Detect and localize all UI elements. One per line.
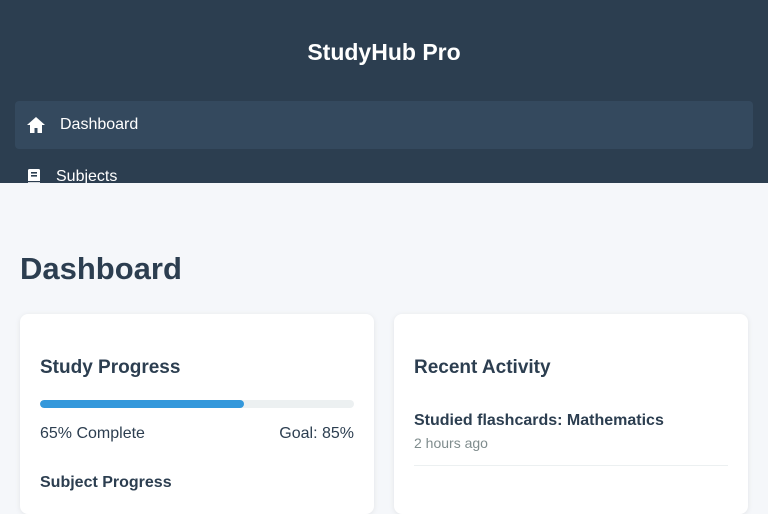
page-title: Dashboard xyxy=(20,251,182,286)
card-title: Study Progress xyxy=(40,357,181,378)
subject-progress-title: Subject Progress xyxy=(40,474,172,491)
progress-bar-fill xyxy=(40,400,245,408)
activity-title: Studied flashcards: Mathematics xyxy=(414,412,664,429)
nav-item-subjects[interactable]: Subjects xyxy=(15,153,753,183)
nav-item-label: Subjects xyxy=(56,168,118,183)
home-icon xyxy=(26,115,46,135)
progress-bar xyxy=(40,400,354,408)
activity-time: 2 hours ago xyxy=(414,435,488,451)
app-header: StudyHub Pro Dashboard Subjects xyxy=(0,0,768,183)
progress-stats: 65% Complete Goal: 85% xyxy=(40,425,354,443)
card-title: Recent Activity xyxy=(414,357,551,378)
recent-activity-card: Recent Activity Studied flashcards: Math… xyxy=(394,314,748,514)
progress-goal-label: Goal: 85% xyxy=(279,425,354,442)
progress-complete-label: 65% Complete xyxy=(40,425,145,442)
activity-item[interactable]: Studied flashcards: Mathematics 2 hours … xyxy=(414,412,728,466)
study-progress-card: Study Progress 65% Complete Goal: 85% Su… xyxy=(20,314,374,514)
nav-item-dashboard[interactable]: Dashboard xyxy=(15,101,753,149)
book-icon xyxy=(24,167,44,183)
app-title: StudyHub Pro xyxy=(307,39,461,65)
nav-item-label: Dashboard xyxy=(60,116,139,133)
